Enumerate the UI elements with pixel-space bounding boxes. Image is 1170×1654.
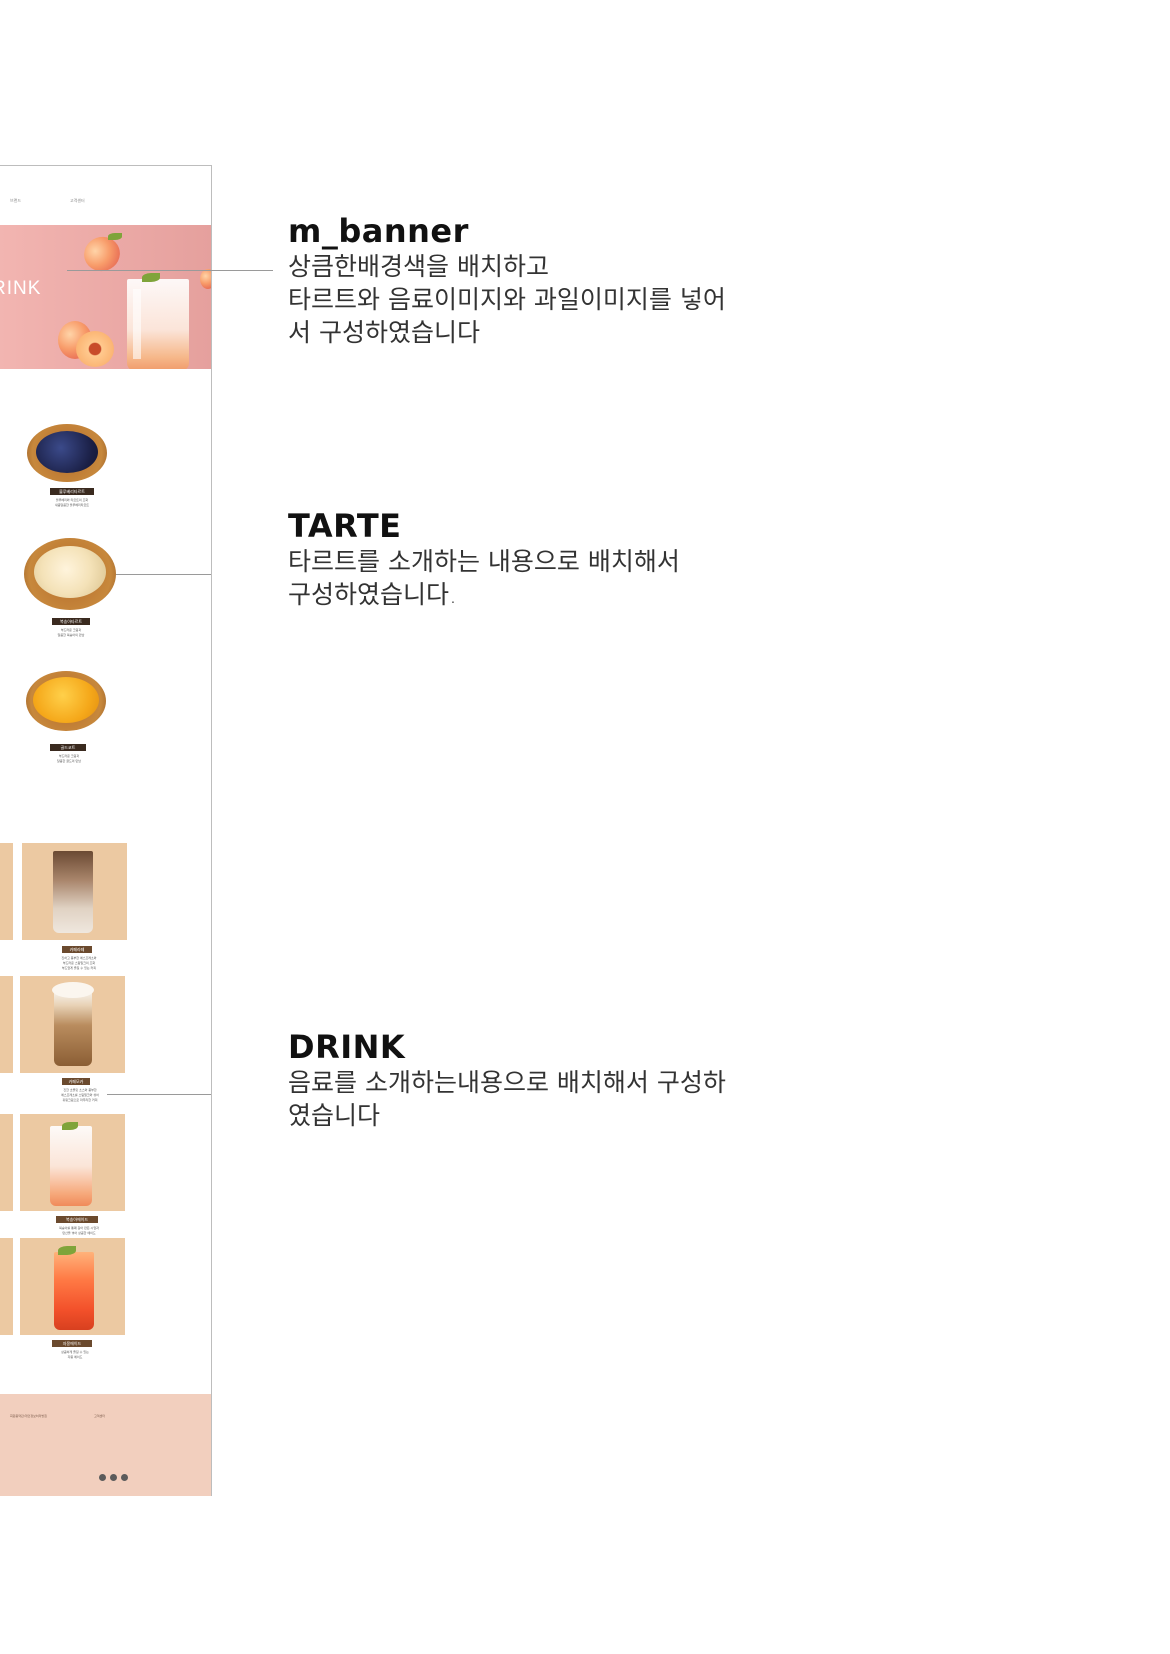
drink-caption: 진한 초콜릿 소스와 풍부한 에스프레소를 스팀밀크와 섞어 휘핑크림으로 마무… (61, 1088, 99, 1102)
footer-link-terms[interactable]: 회원용약관/개인정보처리방침 (10, 1414, 47, 1418)
tarte-guide-line (116, 574, 211, 575)
drink-caption: 진하고 풍부한 에스프레소와 부드러운 스팀밀크의 조화 부드럽게 즐길 수 있… (61, 956, 97, 970)
tart-caption: 부드러운 크림과 달콤한 골드의 만남 (57, 754, 81, 763)
tart-item[interactable]: 골드코트 부드러운 크림과 달콤한 골드의 만남 (24, 671, 116, 771)
mockup-footer: 회원용약관/개인정보처리방침 고객센터 (0, 1394, 211, 1496)
nav-item-support[interactable]: 고객센터 (70, 198, 85, 204)
peach-drink-image (127, 279, 189, 369)
drink-caption: 복숭아를 통째 갈아 만든 시럽과 탄산을 넣어 상큼한 에이드 (59, 1226, 99, 1235)
banner-guide-line (67, 270, 273, 271)
youtube-icon[interactable] (121, 1474, 128, 1481)
drink-name-label: 자몽에이드 (52, 1340, 92, 1347)
peach-half-image (76, 331, 114, 367)
note-body: 음료를 소개하는내용으로 배치해서 구성하 였습니다 (288, 1068, 726, 1130)
drink-caption: 상큼하게 즐길 수 있는 자몽 에이드 (61, 1350, 89, 1359)
peach-image (200, 269, 211, 289)
leaf-image (108, 233, 122, 240)
tart-caption: 부드러운 크림과 달콤한 복숭아의 만남 (57, 628, 85, 637)
drink-card-grapefruit-ade[interactable] (20, 1238, 125, 1335)
banner-text: RINK (0, 278, 42, 299)
mint-garnish-image (142, 273, 160, 282)
mockup-nav: 브랜드 고객센터 (0, 198, 211, 208)
tart-name-label: 블루베리타르트 (50, 488, 94, 495)
tart-name-label: 골드코트 (50, 744, 86, 751)
note-body: 타르트를 소개하는 내용으로 배치해서 구성하였습니다. (288, 547, 680, 609)
note-m-banner: m_banner 상큼한배경색을 배치하고 타르트와 음료이미지와 과일이미지를… (288, 212, 726, 349)
grapefruit-ade-image (54, 1252, 94, 1330)
note-title: TARTE (288, 507, 402, 545)
facebook-icon[interactable] (110, 1474, 117, 1481)
drink-card-edge (0, 1114, 13, 1211)
instagram-icon[interactable] (99, 1474, 106, 1481)
drink-card-edge (0, 976, 13, 1073)
mint-garnish-image (58, 1246, 76, 1255)
drink-card-latte[interactable] (22, 843, 127, 940)
main-banner: RINK (0, 225, 211, 369)
cafe-mocha-image (54, 992, 92, 1066)
footer-link-support[interactable]: 고객센터 (94, 1414, 105, 1418)
note-body: 상큼한배경색을 배치하고 타르트와 음료이미지와 과일이미지를 넣어 서 구성하… (288, 252, 726, 347)
note-drink: DRINK 음료를 소개하는내용으로 배치해서 구성하 였습니다 (288, 1028, 726, 1132)
blueberry-tart-image (27, 424, 107, 482)
drink-card-peach-ade[interactable] (20, 1114, 125, 1211)
drink-name-label: 카페모카 (62, 1078, 90, 1085)
mint-garnish-image (62, 1122, 78, 1130)
peach-tart-image (24, 538, 116, 610)
drink-card-mocha[interactable] (20, 976, 125, 1073)
gold-tart-image (26, 671, 106, 731)
tart-caption: 블루베리와 타르트의 조화 새콤달콤한 블루베리타르트 (54, 498, 90, 507)
website-mockup: 브랜드 고객센터 RINK 블루베리타르트 블루베리와 타르트의 조화 새콤달콤… (0, 165, 212, 1496)
drink-guide-line (107, 1094, 211, 1095)
drink-name-label: 카페라떼 (62, 946, 92, 953)
note-title: m_banner (288, 212, 469, 250)
cafe-latte-image (53, 851, 93, 933)
note-tarte: TARTE 타르트를 소개하는 내용으로 배치해서 구성하였습니다. (288, 507, 680, 611)
drink-card-edge (0, 1238, 13, 1335)
tart-item[interactable]: 블루베리타르트 블루베리와 타르트의 조화 새콤달콤한 블루베리타르트 (25, 424, 115, 514)
note-title: DRINK (288, 1028, 406, 1066)
tart-name-label: 복숭아타르트 (52, 618, 90, 625)
nav-item-brand[interactable]: 브랜드 (10, 198, 21, 204)
drink-card-edge (0, 843, 13, 940)
drink-name-label: 복숭아에이드 (56, 1216, 98, 1223)
tart-item[interactable]: 복숭아타르트 부드러운 크림과 달콤한 복숭아의 만남 (22, 538, 211, 638)
peach-ade-image (50, 1126, 92, 1206)
whipped-cream-image (52, 982, 94, 998)
